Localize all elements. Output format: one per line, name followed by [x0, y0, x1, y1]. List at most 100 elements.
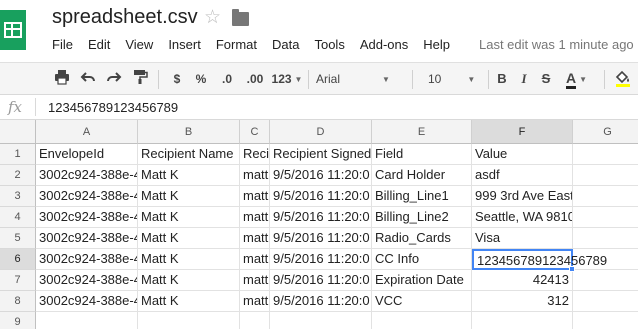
cell-g9[interactable] — [573, 312, 638, 329]
redo-icon[interactable] — [104, 69, 124, 89]
cell-g5[interactable] — [573, 228, 638, 249]
cell-b4[interactable]: Matt K — [138, 207, 240, 228]
menu-add-ons[interactable]: Add-ons — [360, 37, 408, 52]
folder-icon[interactable] — [232, 9, 249, 26]
row-header-7[interactable]: 7 — [0, 270, 36, 291]
decrease-decimal-button[interactable]: .0 — [216, 69, 238, 89]
column-header-a[interactable]: A — [36, 120, 138, 144]
cell-e3[interactable]: Billing_Line1 — [372, 186, 472, 207]
cell-c2[interactable]: matt — [240, 165, 270, 186]
cell-e6[interactable]: CC Info — [372, 249, 472, 270]
cell-c6[interactable]: matt — [240, 249, 270, 270]
cell-g1[interactable] — [573, 144, 638, 165]
cell-f6[interactable]: 123456789123456789 — [472, 249, 607, 270]
cell-f9[interactable] — [472, 312, 573, 329]
print-icon[interactable] — [52, 69, 72, 89]
cell-e8[interactable]: VCC — [372, 291, 472, 312]
cell-a9[interactable] — [36, 312, 138, 329]
cell-e1[interactable]: Field — [372, 144, 472, 165]
cell-c8[interactable]: matt — [240, 291, 270, 312]
increase-decimal-button[interactable]: .00 — [242, 69, 268, 89]
cell-b7[interactable]: Matt K — [138, 270, 240, 291]
cell-f3[interactable]: 999 3rd Ave East — [472, 186, 573, 207]
document-title[interactable]: spreadsheet.csv — [52, 6, 198, 29]
menu-help[interactable]: Help — [423, 37, 450, 52]
cell-a2[interactable]: 3002c924-388e-4 — [36, 165, 138, 186]
cell-c1[interactable]: Recipient Email — [240, 144, 270, 165]
row-header-2[interactable]: 2 — [0, 165, 36, 186]
cell-a6[interactable]: 3002c924-388e-4 — [36, 249, 138, 270]
sheets-logo-icon[interactable] — [0, 10, 26, 50]
cell-d1[interactable]: Recipient Signed — [270, 144, 372, 165]
cell-d6[interactable]: 9/5/2016 11:20:0 — [270, 249, 372, 270]
paint-format-icon[interactable] — [130, 69, 150, 89]
text-color-button[interactable]: A ▼ — [566, 69, 596, 89]
row-header-4[interactable]: 4 — [0, 207, 36, 228]
cell-a1[interactable]: EnvelopeId — [36, 144, 138, 165]
cell-e7[interactable]: Expiration Date — [372, 270, 472, 291]
cell-e9[interactable] — [372, 312, 472, 329]
cell-g8[interactable] — [573, 291, 638, 312]
cell-a3[interactable]: 3002c924-388e-4 — [36, 186, 138, 207]
cell-f4[interactable]: Seattle, WA 98104 — [472, 207, 573, 228]
column-header-d[interactable]: D — [270, 120, 372, 144]
menu-view[interactable]: View — [125, 37, 153, 52]
row-header-9[interactable]: 9 — [0, 312, 36, 329]
cell-b8[interactable]: Matt K — [138, 291, 240, 312]
column-header-f[interactable]: F — [472, 120, 573, 144]
cell-d9[interactable] — [270, 312, 372, 329]
menu-edit[interactable]: Edit — [88, 37, 110, 52]
menu-format[interactable]: Format — [216, 37, 257, 52]
cell-e2[interactable]: Card Holder — [372, 165, 472, 186]
column-header-g[interactable]: G — [573, 120, 638, 144]
last-edit-status[interactable]: Last edit was 1 minute ago — [479, 37, 634, 52]
cell-c9[interactable] — [240, 312, 270, 329]
percent-format-button[interactable]: % — [192, 69, 210, 89]
italic-button[interactable]: I — [516, 69, 532, 89]
cell-f2[interactable]: asdf — [472, 165, 573, 186]
cell-b2[interactable]: Matt K — [138, 165, 240, 186]
menu-insert[interactable]: Insert — [168, 37, 201, 52]
cell-d7[interactable]: 9/5/2016 11:20:0 — [270, 270, 372, 291]
row-header-5[interactable]: 5 — [0, 228, 36, 249]
menu-file[interactable]: File — [52, 37, 73, 52]
cell-e4[interactable]: Billing_Line2 — [372, 207, 472, 228]
cell-b5[interactable]: Matt K — [138, 228, 240, 249]
select-all-corner[interactable] — [0, 120, 36, 144]
strikethrough-button[interactable]: S — [538, 69, 554, 89]
number-format-dropdown[interactable]: 123 ▼ — [270, 69, 304, 89]
cell-b6[interactable]: Matt K — [138, 249, 240, 270]
star-icon[interactable]: ☆ — [204, 8, 221, 28]
cell-d2[interactable]: 9/5/2016 11:20:0 — [270, 165, 372, 186]
cell-a8[interactable]: 3002c924-388e-4 — [36, 291, 138, 312]
undo-icon[interactable] — [78, 69, 98, 89]
row-header-3[interactable]: 3 — [0, 186, 36, 207]
cell-d5[interactable]: 9/5/2016 11:20:0 — [270, 228, 372, 249]
fill-color-icon[interactable] — [612, 69, 634, 89]
row-header-8[interactable]: 8 — [0, 291, 36, 312]
column-header-c[interactable]: C — [240, 120, 270, 144]
cell-f8[interactable]: 312 — [472, 291, 573, 312]
bold-button[interactable]: B — [494, 69, 510, 89]
cell-c7[interactable]: matt — [240, 270, 270, 291]
cell-c5[interactable]: matt — [240, 228, 270, 249]
cell-d8[interactable]: 9/5/2016 11:20:0 — [270, 291, 372, 312]
cell-f1[interactable]: Value — [472, 144, 573, 165]
cell-c4[interactable]: matt — [240, 207, 270, 228]
fill-handle[interactable] — [569, 266, 575, 272]
menu-data[interactable]: Data — [272, 37, 299, 52]
cell-a5[interactable]: 3002c924-388e-4 — [36, 228, 138, 249]
cell-c3[interactable]: matt — [240, 186, 270, 207]
cell-a4[interactable]: 3002c924-388e-4 — [36, 207, 138, 228]
cell-b1[interactable]: Recipient Name — [138, 144, 240, 165]
cell-b9[interactable] — [138, 312, 240, 329]
currency-format-button[interactable]: $ — [168, 69, 186, 89]
cell-b3[interactable]: Matt K — [138, 186, 240, 207]
cell-d4[interactable]: 9/5/2016 11:20:0 — [270, 207, 372, 228]
cell-a7[interactable]: 3002c924-388e-4 — [36, 270, 138, 291]
menu-tools[interactable]: Tools — [314, 37, 344, 52]
cell-g3[interactable] — [573, 186, 638, 207]
row-header-1[interactable]: 1 — [0, 144, 36, 165]
cell-g2[interactable] — [573, 165, 638, 186]
cell-d3[interactable]: 9/5/2016 11:20:0 — [270, 186, 372, 207]
